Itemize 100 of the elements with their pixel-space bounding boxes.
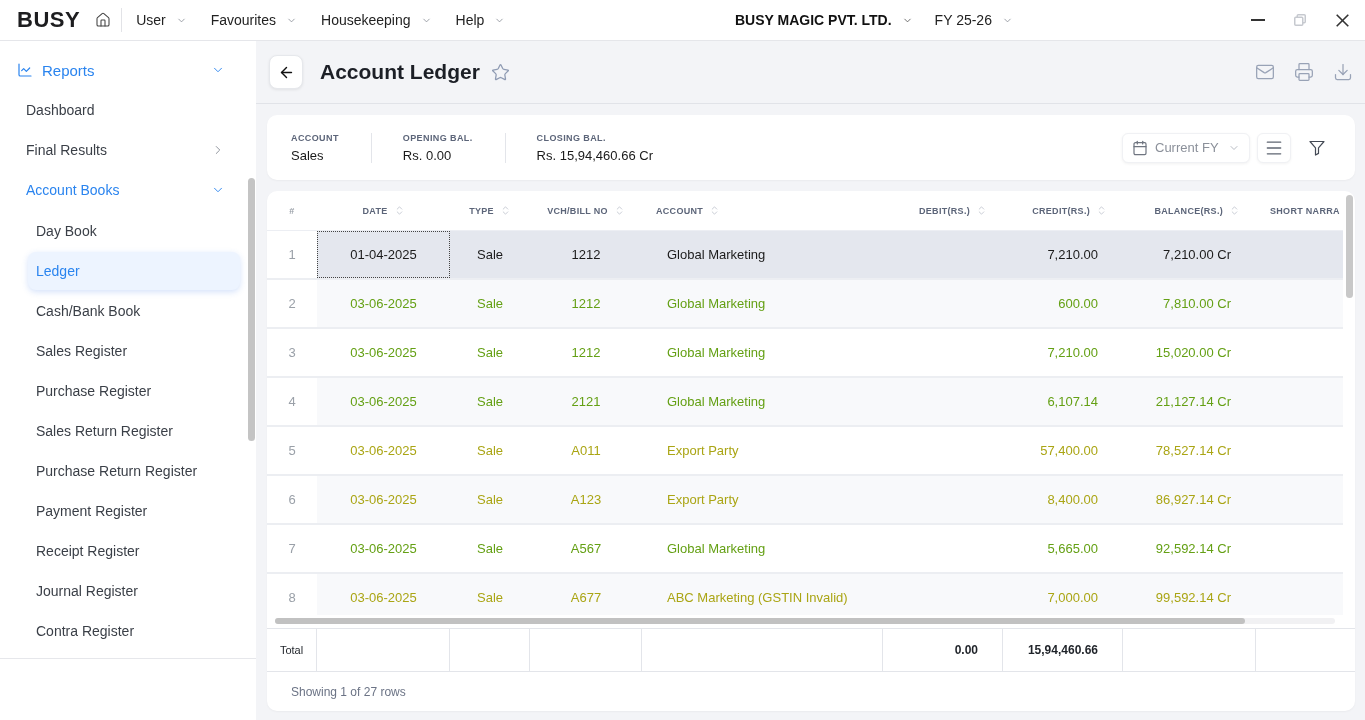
table-cell-text: 7,210.00 (1046, 246, 1099, 264)
table-cell-text: A011 (570, 442, 602, 460)
column-header[interactable]: SHORT NARRA (1256, 191, 1343, 230)
sidebar-item[interactable]: Final Results (0, 130, 240, 170)
table-cell-text: Global Marketing (666, 540, 767, 558)
table-cell-text: 1212 (570, 246, 602, 264)
table-row[interactable]: 4 03-06-2025 Sale 2121 Global Marketing 6,107.14 21,127.14 Cr (267, 378, 1343, 427)
vertical-scrollbar[interactable] (1346, 195, 1353, 298)
page-title: Account Ledger (320, 60, 480, 84)
table-cell-text: A677 (569, 589, 603, 607)
table-cell-text: 86,927.14 Cr (1154, 491, 1232, 509)
column-header[interactable]: DEBIT(RS.) (883, 191, 1003, 230)
sidebar-section[interactable]: Reports (0, 50, 240, 90)
menu-item[interactable]: Favourites (210, 12, 298, 28)
total-cell: 0.00 (883, 629, 1003, 671)
sidebar-item[interactable]: Receipt Register (28, 532, 240, 570)
app-logo: BUSY (17, 7, 81, 33)
field-value: Sales (291, 147, 325, 163)
sidebar-item[interactable]: Dashboard (0, 90, 240, 130)
horizontal-scrollbar[interactable] (275, 618, 1335, 624)
printer-icon[interactable] (1294, 62, 1314, 82)
table-cell: 01-04-2025 (317, 231, 450, 278)
table-row[interactable]: 1 01-04-2025 Sale 1212 Global Marketing 7,210.00 7,210.00 Cr (267, 231, 1343, 280)
sidebar-item[interactable]: Day Book (28, 212, 240, 250)
company-selector[interactable]: BUSY MAGIC PVT. LTD. (735, 12, 913, 28)
sidebar-item[interactable]: Ledger (28, 252, 240, 290)
table-cell-text: 8,400.00 (1046, 491, 1099, 509)
calendar-icon (1132, 139, 1148, 156)
column-header[interactable]: TYPE (450, 191, 530, 230)
sidebar-item[interactable]: Sales Return Register (28, 412, 240, 450)
table-cell-text: ABC Marketing (GSTIN Invalid) (666, 589, 849, 607)
table-cell-text: Global Marketing (666, 344, 767, 362)
column-header[interactable]: CREDIT(RS.) (1003, 191, 1123, 230)
column-header[interactable]: BALANCE(RS.) (1123, 191, 1256, 230)
table-cell-text: 21,127.14 Cr (1154, 393, 1232, 411)
table-cell-text: 03-06-2025 (349, 393, 418, 411)
table-cell-text: 7,210.00 Cr (1162, 246, 1232, 264)
table-cell-text: Sale (476, 295, 504, 313)
table-cell-text: 03-06-2025 (349, 344, 418, 362)
home-icon[interactable] (95, 12, 112, 28)
star-icon[interactable] (490, 62, 510, 82)
sort-icon (1229, 205, 1240, 216)
table-cell-text: 03-06-2025 (349, 540, 418, 558)
mail-icon[interactable] (1255, 62, 1275, 82)
total-label: Total (267, 629, 317, 671)
table-cell-text: 03-06-2025 (349, 295, 418, 313)
table-row[interactable]: 3 03-06-2025 Sale 1212 Global Marketing 7,210.00 15,020.00 Cr (267, 329, 1343, 378)
total-cell: 15,94,460.66 (1003, 629, 1123, 671)
table-cell-text: 7,210.00 (1046, 344, 1099, 362)
field-value: Rs. 0.00 (402, 147, 453, 163)
table-cell-text: Sale (476, 442, 504, 460)
field-label: OPENING BAL. (402, 132, 473, 143)
sidebar-item[interactable]: Purchase Register (28, 372, 240, 410)
line-chart-icon (17, 62, 33, 78)
sidebar-item[interactable]: Purchase Return Register (28, 452, 240, 490)
row-count-text: Showing 1 of 27 rows (291, 684, 406, 699)
field-value: Rs. 15,94,460.66 Cr (536, 147, 653, 163)
table-cell-text: 92,592.14 Cr (1154, 540, 1232, 558)
field-label: ACCOUNT (291, 132, 339, 143)
table-cell-text: Sale (476, 393, 504, 411)
menu-item[interactable]: Help (455, 12, 506, 28)
row-number: 1 (267, 231, 317, 278)
filter-icon[interactable] (1309, 139, 1325, 156)
menu-item[interactable]: User (136, 12, 187, 28)
table-cell-text: 6,107.14 (1046, 393, 1099, 411)
sort-icon (976, 205, 987, 216)
row-number: 6 (267, 476, 317, 523)
table-cell-text: Global Marketing (666, 246, 767, 264)
column-header[interactable]: ACCOUNT (642, 191, 883, 230)
sort-icon (1096, 205, 1107, 216)
table-cell-text: 03-06-2025 (349, 442, 418, 460)
table-cell-text: Sale (476, 589, 504, 607)
table-cell-text: 7,810.00 Cr (1162, 295, 1232, 313)
sidebar-item[interactable]: Account Books (0, 170, 240, 210)
sidebar-scrollbar[interactable] (248, 178, 255, 441)
menu-item[interactable]: Housekeeping (321, 12, 432, 28)
table-cell-text: Sale (476, 540, 504, 558)
table-cell-text: 78,527.14 Cr (1154, 442, 1232, 460)
sidebar-item[interactable]: Cash/Bank Book (28, 292, 240, 330)
download-icon[interactable] (1333, 62, 1353, 82)
sidebar-item[interactable]: Journal Register (28, 572, 240, 610)
table-cell-text: Export Party (666, 442, 740, 460)
back-button[interactable] (269, 55, 303, 89)
sidebar-item[interactable]: Contra Register (28, 612, 240, 650)
table-row[interactable]: 2 03-06-2025 Sale 1212 Global Marketing 600.00 7,810.00 Cr (267, 280, 1343, 329)
sidebar-item[interactable]: Payment Register (28, 492, 240, 530)
table-row[interactable]: 7 03-06-2025 Sale A567 Global Marketing 5,665.00 92,592.14 Cr (267, 525, 1343, 574)
table-cell-text: Export Party (666, 491, 740, 509)
sidebar-item[interactable]: Sales Register (28, 332, 240, 370)
table-cell-text: 03-06-2025 (349, 589, 418, 607)
table-cell-text: A123 (569, 491, 603, 509)
row-number: 2 (267, 280, 317, 327)
year-selector[interactable]: FY 25-26 (934, 12, 1013, 28)
column-header[interactable]: DATE (317, 191, 450, 230)
table-cell-text: 2121 (570, 393, 602, 411)
column-header[interactable]: VCH/BILL NO (530, 191, 642, 230)
period-dropdown[interactable]: Current FY (1122, 132, 1250, 163)
table-cell-text: 1212 (570, 344, 602, 362)
table-cell-text: 15,020.00 Cr (1154, 344, 1232, 362)
menu-button[interactable] (1257, 132, 1291, 163)
